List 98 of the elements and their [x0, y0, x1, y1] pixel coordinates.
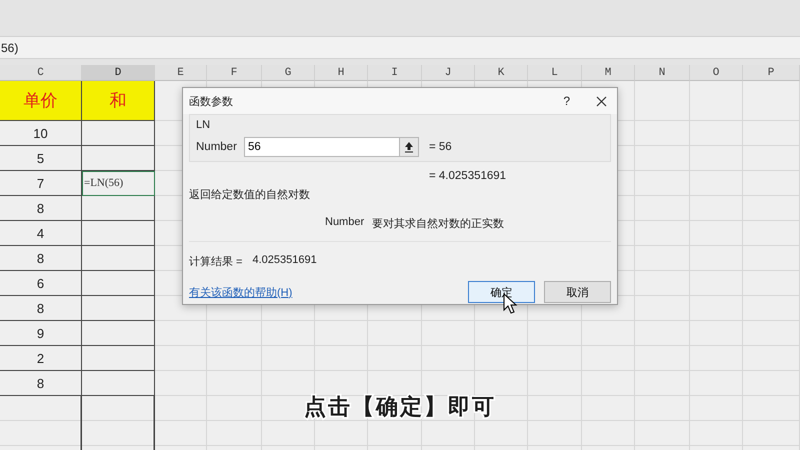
- column-header[interactable]: G: [262, 65, 315, 81]
- table-cell: [475, 321, 528, 346]
- table-cell: [743, 321, 800, 346]
- help-button[interactable]: ?: [563, 94, 570, 108]
- table-cell: 8: [0, 196, 82, 221]
- table-cell: [690, 121, 743, 146]
- table-cell: 2: [0, 346, 82, 371]
- table-cell: 8: [0, 371, 82, 396]
- close-icon[interactable]: [596, 96, 607, 106]
- table-cell: [635, 321, 690, 346]
- table-cell: [743, 246, 800, 271]
- arrow-up-icon: [404, 141, 414, 153]
- column-header[interactable]: E: [155, 65, 207, 81]
- table-cell: [690, 346, 743, 371]
- column-header[interactable]: K: [475, 65, 528, 81]
- table-cell: [743, 81, 800, 121]
- formula-result: 4.025351691: [252, 254, 317, 268]
- table-cell: [690, 81, 743, 121]
- table-cell: [635, 246, 690, 271]
- column-header[interactable]: P: [743, 65, 800, 81]
- table-cell: [207, 321, 262, 346]
- table-cell: [422, 321, 475, 346]
- column-header[interactable]: H: [315, 65, 368, 81]
- table-cell: [690, 321, 743, 346]
- table-cell: [635, 296, 690, 321]
- table-cell: [743, 296, 800, 321]
- column-header[interactable]: N: [635, 65, 690, 81]
- table-cell: 9: [0, 321, 82, 346]
- table-cell: [155, 321, 207, 346]
- help-link[interactable]: 有关该函数的帮助(H): [189, 284, 459, 300]
- table-cell: [635, 81, 690, 121]
- table-cell: [475, 346, 528, 371]
- table-cell: [690, 246, 743, 271]
- table-cell: [690, 271, 743, 296]
- formula-text: 56): [0, 40, 18, 54]
- table-cell: 5: [0, 146, 82, 171]
- column-header[interactable]: I: [368, 65, 422, 81]
- table-cell: [635, 346, 690, 371]
- table-cell: [635, 146, 690, 171]
- table-cell: [743, 271, 800, 296]
- table-cell: [528, 321, 582, 346]
- table-cell: [743, 221, 800, 246]
- table-cell: 10: [0, 121, 82, 146]
- table-cell: 8: [0, 296, 82, 321]
- table-cell: 6: [0, 271, 82, 296]
- table-cell: [582, 321, 635, 346]
- table-cell: [582, 346, 635, 371]
- table-cell: [315, 321, 368, 346]
- table-cell: 7: [0, 171, 82, 196]
- header-cell: 和: [82, 81, 155, 121]
- table-cell: [743, 196, 800, 221]
- column-header[interactable]: F: [207, 65, 262, 81]
- result-value: = 4.025351691: [429, 170, 506, 182]
- function-description: 返回给定数值的自然对数: [189, 189, 310, 201]
- table-cell: [315, 346, 368, 371]
- argument-value: = 56: [429, 141, 452, 153]
- table-cell: 4: [0, 221, 82, 246]
- table-cell: [635, 171, 690, 196]
- column-header[interactable]: J: [422, 65, 475, 81]
- column-header[interactable]: L: [528, 65, 582, 81]
- column-header[interactable]: D: [82, 65, 155, 81]
- subtitle: 点击【确定】即可: [304, 395, 496, 420]
- column-header[interactable]: O: [690, 65, 743, 81]
- table-cell: [528, 346, 582, 371]
- table-cell: [635, 221, 690, 246]
- table-cell: [743, 346, 800, 371]
- table-cell: [690, 196, 743, 221]
- column-header[interactable]: M: [582, 65, 635, 81]
- dialog-title: 函数参数: [189, 94, 234, 108]
- formula-cell[interactable]: =LN(56): [82, 171, 155, 196]
- table-cell: [368, 346, 422, 371]
- table-cell: [262, 346, 315, 371]
- table-cell: 8: [0, 246, 82, 271]
- table-cell: [690, 146, 743, 171]
- cancel-button[interactable]: 取消: [544, 281, 611, 303]
- table-cell: [635, 271, 690, 296]
- table-cell: [368, 321, 422, 346]
- table-cell: [635, 196, 690, 221]
- table-cell: [422, 346, 475, 371]
- number-input[interactable]: 56: [244, 137, 399, 157]
- column-header[interactable]: C: [0, 65, 82, 81]
- table-cell: [155, 346, 207, 371]
- table-cell: [207, 346, 262, 371]
- table-cell: [635, 121, 690, 146]
- table-cell: [743, 146, 800, 171]
- table-cell: [690, 171, 743, 196]
- function-name: LN: [196, 119, 210, 131]
- argument-label: Number: [196, 141, 238, 153]
- table-cell: [262, 321, 315, 346]
- table-cell: [690, 221, 743, 246]
- table-cell: [743, 121, 800, 146]
- argument-name: Number: [325, 216, 364, 230]
- collapse-button[interactable]: [399, 137, 419, 157]
- table-cell: [743, 171, 800, 196]
- argument-description: 要对其求自然对数的正实数: [372, 216, 504, 231]
- table-cell: [690, 296, 743, 321]
- header-cell: 单价: [0, 81, 82, 121]
- formula-result-label: 计算结果 =: [189, 255, 242, 269]
